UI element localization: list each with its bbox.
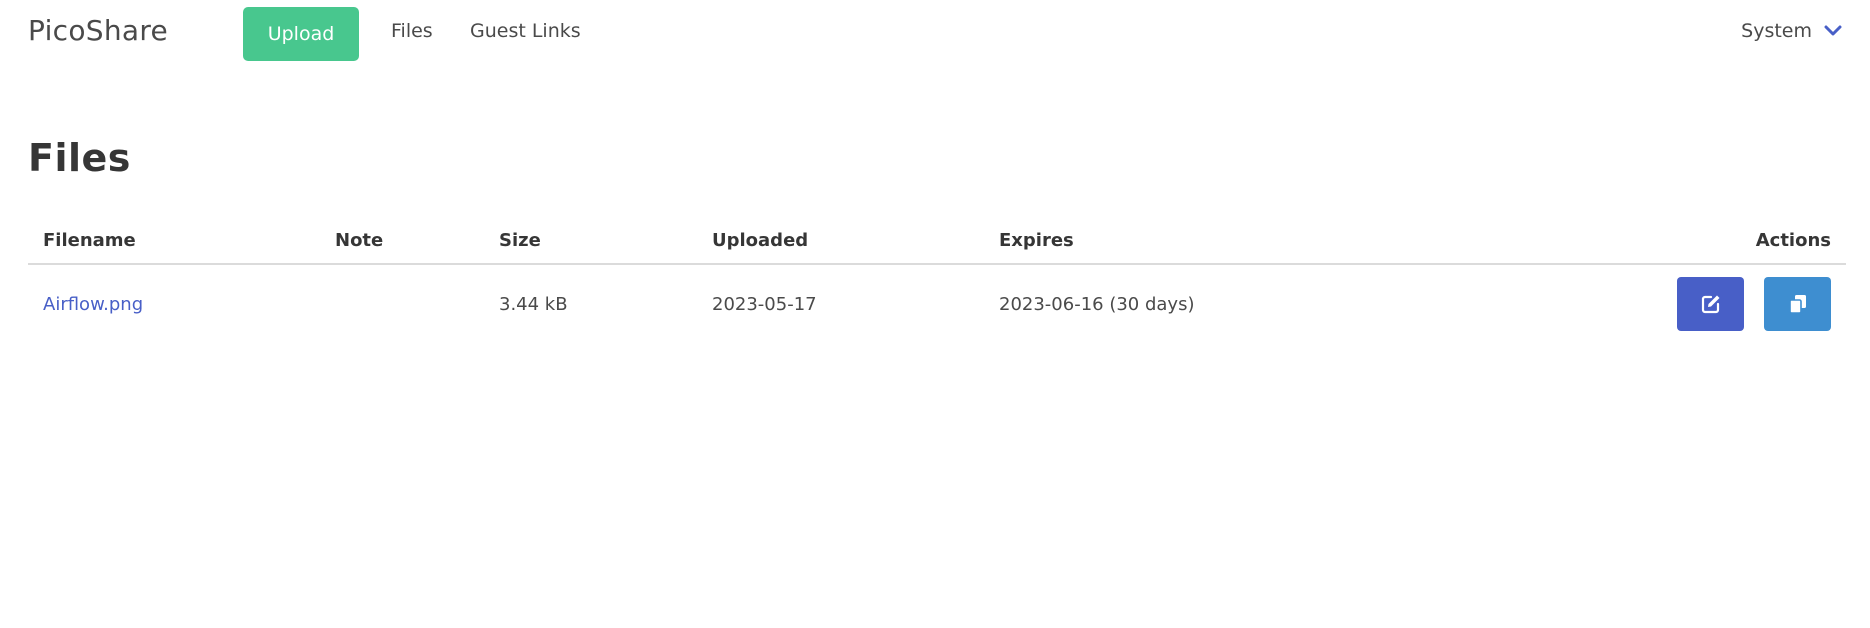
edit-icon	[1700, 293, 1722, 315]
navbar: PicoShare Upload Files Guest Links Syste…	[0, 0, 1870, 68]
nav-link-guest-links[interactable]: Guest Links	[470, 20, 581, 42]
table-row: Airflow.png 3.44 kB 2023-05-17 2023-06-1…	[28, 264, 1846, 343]
cell-actions	[1459, 264, 1846, 343]
edit-button[interactable]	[1677, 277, 1745, 331]
cell-expires: 2023-06-16 (30 days)	[999, 293, 1195, 315]
brand-logo[interactable]: PicoShare	[28, 14, 168, 47]
files-table: Filename Note Size Uploaded Expires Acti…	[28, 222, 1846, 343]
page-title: Files	[28, 136, 131, 180]
column-header-actions: Actions	[1458, 222, 1846, 265]
cell-size: 3.44 kB	[499, 293, 568, 315]
copy-icon	[1787, 293, 1809, 315]
copy-button[interactable]	[1764, 277, 1831, 331]
system-menu[interactable]: System	[1741, 20, 1842, 42]
cell-note	[320, 264, 484, 343]
cell-filename: Airflow.png	[28, 264, 320, 343]
column-header-expires: Expires	[984, 222, 1459, 265]
file-link[interactable]: Airflow.png	[43, 294, 143, 315]
column-header-note: Note	[320, 222, 484, 265]
chevron-down-icon	[1824, 25, 1842, 37]
cell-uploaded: 2023-05-17	[712, 293, 817, 315]
column-header-filename: Filename	[28, 222, 320, 265]
system-menu-label: System	[1741, 20, 1812, 42]
column-header-uploaded: Uploaded	[697, 222, 984, 265]
table-header-row: Filename Note Size Uploaded Expires Acti…	[28, 222, 1846, 265]
upload-button[interactable]: Upload	[243, 7, 359, 61]
nav-link-files[interactable]: Files	[391, 20, 433, 42]
column-header-size: Size	[484, 222, 697, 265]
